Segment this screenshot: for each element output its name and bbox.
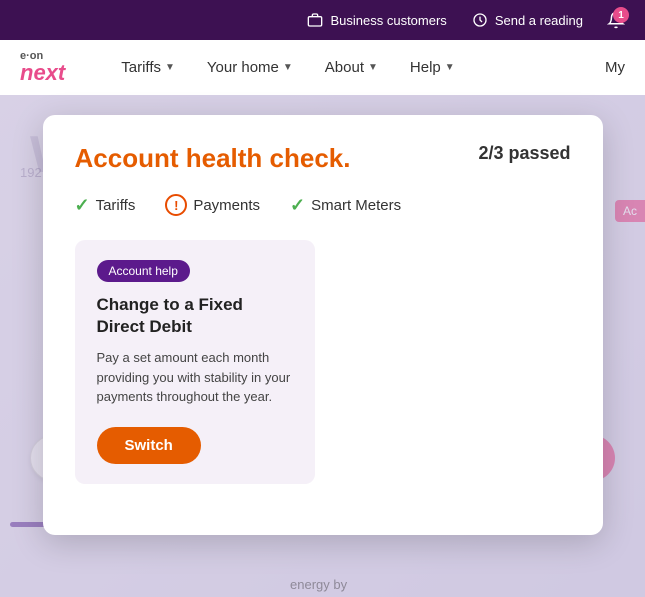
card-title: Change to a Fixed Direct Debit [97,294,293,338]
check-payments: ! Payments [165,194,260,216]
card-badge: Account help [97,260,190,282]
modal-overlay: Account health check. 2/3 passed ✓ Tarif… [0,95,645,597]
logo[interactable]: e·on next [20,51,65,85]
check-pass-icon: ✓ [75,195,90,216]
modal-title: Account health check. [75,143,351,174]
meter-icon [471,11,489,29]
card-description: Pay a set amount each month providing yo… [97,348,293,407]
nav-items: Tariffs ▼ Your home ▼ About ▼ Help ▼ [105,40,605,95]
nav-item-help[interactable]: Help ▼ [394,40,471,95]
nav-item-about[interactable]: About ▼ [309,40,394,95]
check-pass-icon: ✓ [290,195,305,216]
logo-next: next [20,60,65,85]
nav-bar: e·on next Tariffs ▼ Your home ▼ About ▼ … [0,40,645,95]
notifications-link[interactable]: 1 [607,11,625,29]
recommendation-card: Account help Change to a Fixed Direct De… [75,240,315,484]
check-warning-icon: ! [165,194,187,216]
chevron-down-icon: ▼ [283,62,293,73]
business-customers-link[interactable]: Business customers [306,11,446,29]
chevron-down-icon: ▼ [165,62,175,73]
switch-button[interactable]: Switch [97,427,201,464]
checks-row: ✓ Tariffs ! Payments ✓ Smart Meters [75,194,571,216]
nav-item-tariffs[interactable]: Tariffs ▼ [105,40,191,95]
briefcase-icon [306,11,324,29]
check-tariffs: ✓ Tariffs [75,195,136,216]
nav-item-your-home[interactable]: Your home ▼ [191,40,309,95]
chevron-down-icon: ▼ [368,62,378,73]
nav-my-account[interactable]: My [605,59,625,76]
check-smart-meters: ✓ Smart Meters [290,195,401,216]
notification-badge: 1 [613,7,629,23]
modal-passed: 2/3 passed [478,143,570,164]
modal-header: Account health check. 2/3 passed [75,143,571,174]
chevron-down-icon: ▼ [445,62,455,73]
send-reading-link[interactable]: Send a reading [471,11,583,29]
health-check-modal: Account health check. 2/3 passed ✓ Tarif… [43,115,603,535]
top-bar: Business customers Send a reading 1 [0,0,645,40]
